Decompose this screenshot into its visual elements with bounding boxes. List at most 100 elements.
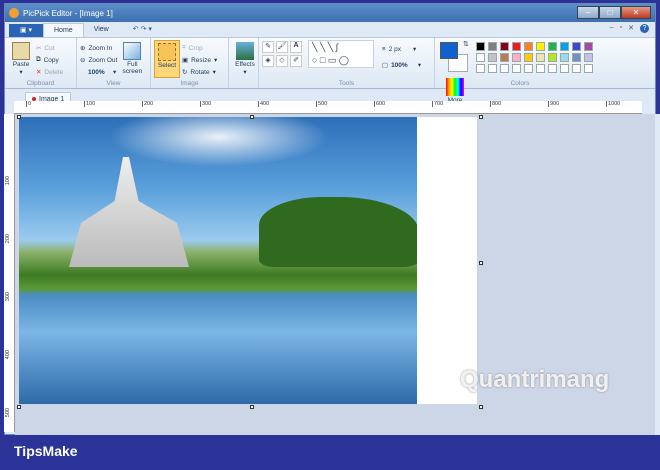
paste-button[interactable]: Paste ▾ [8,40,34,76]
color-swatch[interactable] [583,53,593,62]
ruler-label: 500 [316,101,328,107]
color-swatch[interactable] [487,53,497,62]
color-swatch[interactable] [559,53,569,62]
select-icon [158,43,176,61]
color-swatch[interactable] [499,53,509,62]
ribbon-restore-button[interactable]: ▫ [620,24,622,33]
color-swatch[interactable] [583,42,593,51]
help-icon[interactable]: ? [640,24,649,33]
file-menu-button[interactable]: ▣ ▾ [9,24,43,37]
clipboard-group: Paste ▾ ✂ Cut ⧉ Copy ✕ Delete Clipboard [5,38,77,88]
color-swatch[interactable] [547,42,557,51]
group-label: Clipboard [26,80,55,87]
effects-group: Effects ▾ [229,38,259,88]
color-swatch[interactable] [535,53,545,62]
color-swatch[interactable] [535,42,545,51]
color-swatch[interactable] [475,42,485,51]
ribbon-minimize-button[interactable]: – [610,24,614,33]
resize-handle[interactable] [479,261,483,265]
swap-colors-icon[interactable]: ⇅ [463,40,469,48]
ruler-label: 700 [432,101,444,107]
zoom-in-button[interactable]: ⊕ Zoom In [80,42,117,54]
view-group: ⊕ Zoom In ⊖ Zoom Out 100% ▾ Full screen Vi… [77,38,151,88]
color-swatch[interactable] [547,64,557,73]
resize-handle[interactable] [479,405,483,409]
ribbon-close-button[interactable]: ✕ [628,24,634,33]
tab-view[interactable]: View [84,23,119,37]
ruler-label: 600 [374,101,386,107]
ruler-label: 1000 [606,101,621,107]
text-tool-icon[interactable]: A [290,41,302,53]
qat-more-button[interactable]: ▾ [148,26,152,33]
crop-icon: ⌗ [181,44,186,51]
maximize-button[interactable]: □ [599,6,621,19]
tab-home[interactable]: Home [43,23,84,37]
crop-button[interactable]: ⌗ Crop [182,42,217,54]
color-swatch[interactable] [583,64,593,73]
color-picker-icon[interactable]: ✐ [290,55,302,67]
resize-handle[interactable] [250,115,254,119]
ruler-label: 300 [5,292,11,302]
shapes-gallery[interactable]: ╲ ╲ ╲ ∫ ○ □ ▭ ◯ [307,40,374,68]
color-swatch[interactable] [559,64,569,73]
canvas-image[interactable] [19,117,417,404]
ribbon: Paste ▾ ✂ Cut ⧉ Copy ✕ Delete Clipboard ⊕ Zoo… [5,37,655,112]
color-swatch[interactable] [487,42,497,51]
vertical-scrollbar[interactable] [655,114,660,470]
color-swatch[interactable] [571,53,581,62]
color-swatch[interactable] [475,53,485,62]
effects-button[interactable]: Effects ▾ [232,40,258,76]
cut-button[interactable]: ✂ Cut [36,42,63,54]
resize-button[interactable]: ▣ Resize ▾ [182,54,217,66]
line-width-select[interactable]: ≡ 2 px ▾ [382,43,421,55]
color-swatch[interactable] [571,64,581,73]
color-swatch[interactable] [511,53,521,62]
pen-tool-icon[interactable]: ✎ [262,41,274,53]
color-swatch[interactable] [523,53,533,62]
ruler-label: 200 [5,234,11,244]
color-swatch[interactable] [535,64,545,73]
redo-button[interactable]: ↷ [141,26,147,33]
color-swatch[interactable] [559,42,569,51]
resize-handle[interactable] [479,115,483,119]
delete-button[interactable]: ✕ Delete [36,66,63,78]
undo-button[interactable]: ↶ [133,26,139,33]
color-swatch[interactable] [511,64,521,73]
resize-handle[interactable] [17,115,21,119]
color-swatch[interactable] [571,42,581,51]
color-swatch[interactable] [499,64,509,73]
group-label: Image [180,80,199,87]
brush-tool-icon[interactable]: 🖌 [276,41,288,53]
footer-brand: TipsMake [14,443,78,459]
zoom-select[interactable]: 100% ▾ [80,66,117,78]
resize-handle[interactable] [250,405,254,409]
resize-handle[interactable] [17,405,21,409]
opacity-select[interactable]: ▢ 100% ▾ [382,59,421,71]
full-screen-button[interactable]: Full screen [119,40,145,75]
color-swatch[interactable] [475,64,485,73]
ruler-label: 100 [5,176,11,186]
close-button[interactable]: ✕ [621,6,651,19]
minimize-button[interactable]: – [577,6,599,19]
zoom-out-button[interactable]: ⊖ Zoom Out [80,54,117,66]
vertical-ruler: 100 200 300 400 500 [4,114,15,432]
ruler-label: 900 [548,101,560,107]
primary-color[interactable] [440,42,458,59]
rotate-button[interactable]: ↻ Rotate ▾ [182,66,217,78]
color-swatch[interactable] [499,42,509,51]
canvas-blank-area [417,117,477,404]
ruler-label: 200 [142,101,154,107]
color-swatch[interactable] [523,64,533,73]
color-swatch[interactable] [511,42,521,51]
copy-icon: ⧉ [35,56,41,63]
trees [259,197,417,267]
select-button[interactable]: Select [154,40,180,78]
fill-tool-icon[interactable]: ◈ [262,55,274,67]
color-swatch[interactable] [547,53,557,62]
color-swatch[interactable] [487,64,497,73]
color-swatch[interactable] [523,42,533,51]
color-palette [475,42,594,73]
temple [69,157,189,267]
copy-button[interactable]: ⧉ Copy [36,54,63,66]
eraser-tool-icon[interactable]: ◇ [276,55,288,67]
